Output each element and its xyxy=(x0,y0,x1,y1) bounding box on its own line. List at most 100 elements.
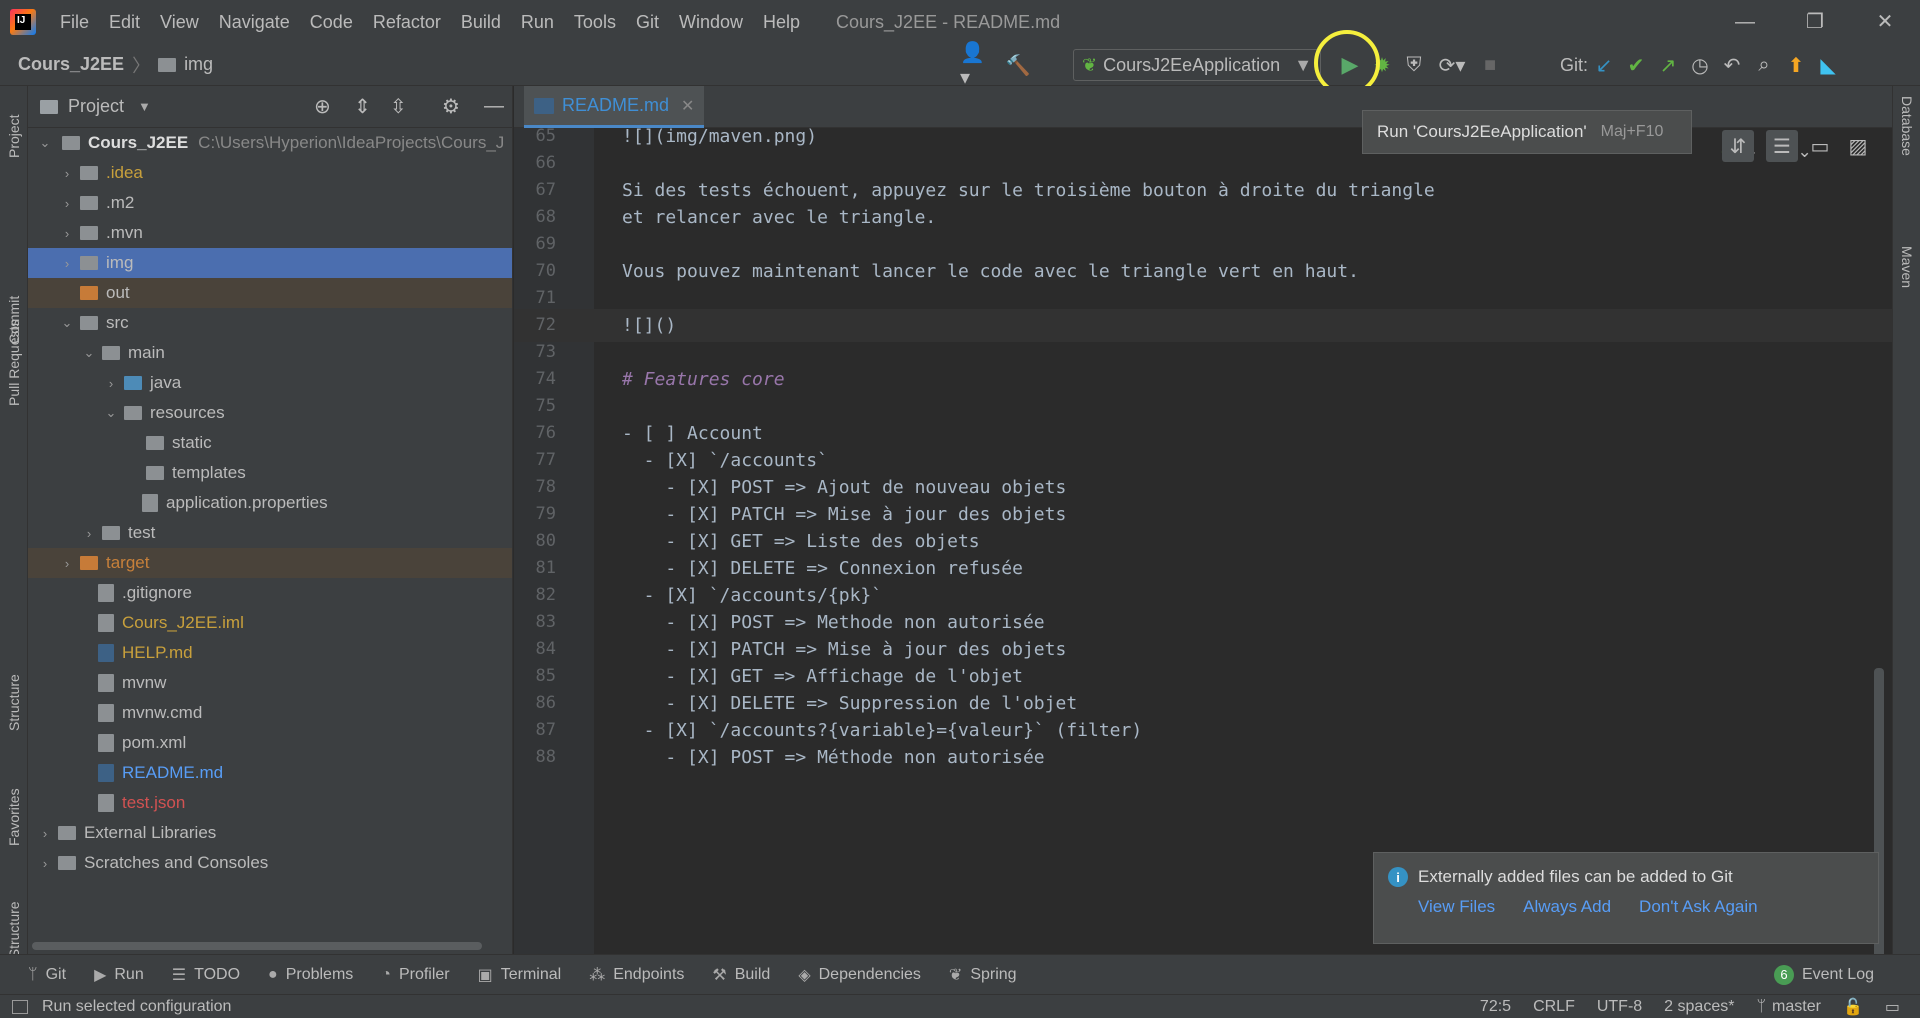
tree-item[interactable]: mvnw.cmd xyxy=(28,698,512,728)
user-icon[interactable]: 👤▾ xyxy=(960,42,992,89)
coverage-icon[interactable]: ⛨ xyxy=(1398,49,1430,81)
search-icon[interactable]: ⌕ xyxy=(1748,49,1780,81)
lock-icon[interactable]: 🔓 xyxy=(1843,997,1863,1017)
menu-help[interactable]: Help xyxy=(753,12,810,33)
tab-maven[interactable]: Maven xyxy=(1899,246,1915,288)
chevron-right-icon[interactable]: › xyxy=(80,526,98,541)
breadcrumb-project[interactable]: Cours_J2EE xyxy=(18,54,124,75)
stop-icon[interactable]: ■ xyxy=(1474,49,1506,81)
menu-tools[interactable]: Tools xyxy=(564,12,626,33)
editor-and-preview-icon[interactable]: ▭ xyxy=(1804,130,1836,162)
tool-git[interactable]: ᛘ Git xyxy=(28,966,66,984)
chevron-right-icon[interactable]: › xyxy=(36,856,54,871)
build-hammer-icon[interactable]: 🔨 xyxy=(1002,49,1034,81)
tab-database[interactable]: Database xyxy=(1899,96,1915,156)
always-add-link[interactable]: Always Add xyxy=(1523,897,1611,917)
chevron-right-icon[interactable]: › xyxy=(58,166,76,181)
menu-view[interactable]: View xyxy=(150,12,209,33)
menu-build[interactable]: Build xyxy=(451,12,511,33)
menu-edit[interactable]: Edit xyxy=(99,12,150,33)
menu-run[interactable]: Run xyxy=(511,12,564,33)
tab-project[interactable]: Project xyxy=(6,114,22,158)
chevron-right-icon[interactable]: › xyxy=(36,826,54,841)
history-icon[interactable]: ◷ xyxy=(1684,49,1716,81)
menu-code[interactable]: Code xyxy=(300,12,363,33)
chevron-down-icon[interactable]: ⌄ xyxy=(102,405,120,421)
file-encoding[interactable]: UTF-8 xyxy=(1597,998,1642,1016)
markdown-editor[interactable]: ✔ 14 ⌃ ⌄ 65![](img/maven.png)6667Si des … xyxy=(514,128,1892,954)
tree-item[interactable]: out xyxy=(28,278,512,308)
tree-item[interactable]: Cours_J2EE.iml xyxy=(28,608,512,638)
chevron-down-icon[interactable]: ▼ xyxy=(138,99,151,114)
tree-root[interactable]: ⌄ Cours_J2EE C:\Users\Hyperion\IdeaProje… xyxy=(28,128,512,158)
chevron-right-icon[interactable]: › xyxy=(58,196,76,211)
chevron-right-icon[interactable]: › xyxy=(58,556,76,571)
preview-only-icon[interactable]: ▨ xyxy=(1842,130,1874,162)
profile-icon[interactable]: ⟳▾ xyxy=(1430,49,1474,81)
tree-item[interactable]: › java xyxy=(28,368,512,398)
line-separator[interactable]: CRLF xyxy=(1533,998,1575,1016)
close-tab-icon[interactable]: ✕ xyxy=(681,96,694,116)
run-configuration-select[interactable]: ❦ CoursJ2EeApplication ▼ xyxy=(1073,49,1322,81)
indent-setting[interactable]: 2 spaces* xyxy=(1664,998,1734,1016)
tool-profiler[interactable]: ◔ Profiler xyxy=(381,966,449,984)
toggle-tool-windows-icon[interactable] xyxy=(12,999,28,1014)
git-branch[interactable]: ᛘ master xyxy=(1756,998,1821,1016)
chevron-down-icon[interactable]: ⌄ xyxy=(58,315,76,331)
code-with-me-icon[interactable]: ◣ xyxy=(1812,49,1844,81)
gear-icon[interactable]: ⚙ xyxy=(442,94,460,119)
chevron-right-icon[interactable]: › xyxy=(58,256,76,271)
tree-item[interactable]: › .mvn xyxy=(28,218,512,248)
toggle-scroll-icon[interactable]: ⇵ xyxy=(1722,130,1754,162)
project-panel-title[interactable]: Project xyxy=(68,96,124,117)
hide-panel-icon[interactable]: — xyxy=(484,95,504,118)
tool-dependencies[interactable]: ◈ Dependencies xyxy=(798,965,921,985)
tree-item[interactable]: templates xyxy=(28,458,512,488)
tree-item[interactable]: application.properties xyxy=(28,488,512,518)
minimize-icon[interactable]: — xyxy=(1710,0,1780,44)
collapse-all-icon[interactable]: ⇳ xyxy=(390,94,407,119)
menu-navigate[interactable]: Navigate xyxy=(209,12,300,33)
chevron-right-icon[interactable]: › xyxy=(102,376,120,391)
git-update-icon[interactable]: ↙ xyxy=(1588,49,1620,81)
tree-item[interactable]: › Scratches and Consoles xyxy=(28,848,512,878)
git-push-icon[interactable]: ↗ xyxy=(1652,49,1684,81)
tool-run[interactable]: ▶ Run xyxy=(94,965,144,985)
tree-item[interactable]: HELP.md xyxy=(28,638,512,668)
tree-item[interactable]: test.json xyxy=(28,788,512,818)
tree-item[interactable]: › .m2 xyxy=(28,188,512,218)
dont-ask-again-link[interactable]: Don't Ask Again xyxy=(1639,897,1758,917)
tree-item[interactable]: mvnw xyxy=(28,668,512,698)
tool-build[interactable]: ⚒ Build xyxy=(712,965,770,985)
tab-structure[interactable]: Structure xyxy=(6,674,22,731)
locate-icon[interactable]: ⊕ xyxy=(314,94,331,119)
tree-item[interactable]: ⌄ src xyxy=(28,308,512,338)
rollback-icon[interactable]: ↶ xyxy=(1716,49,1748,81)
menu-file[interactable]: File xyxy=(50,12,99,33)
close-icon[interactable]: ✕ xyxy=(1850,0,1920,44)
menu-window[interactable]: Window xyxy=(669,12,753,33)
tool-terminal[interactable]: ▣ Terminal xyxy=(478,965,562,985)
breadcrumb-folder[interactable]: img xyxy=(184,54,213,75)
tree-item[interactable]: › .idea xyxy=(28,158,512,188)
menu-git[interactable]: Git xyxy=(626,12,669,33)
tool-endpoints[interactable]: ⁂ Endpoints xyxy=(589,965,684,985)
event-log[interactable]: 6 Event Log xyxy=(1773,964,1874,985)
memory-indicator-icon[interactable]: ▭ xyxy=(1885,997,1900,1017)
tab-readme[interactable]: README.md ✕ xyxy=(524,86,705,128)
horizontal-scrollbar[interactable] xyxy=(32,942,482,950)
tool-todo[interactable]: ☰ TODO xyxy=(172,965,240,985)
chevron-right-icon[interactable]: › xyxy=(58,226,76,241)
git-commit-icon[interactable]: ✔ xyxy=(1620,49,1652,81)
tree-item[interactable]: › img xyxy=(28,248,512,278)
tree-item[interactable]: › target xyxy=(28,548,512,578)
tree-item[interactable]: ⌄ main xyxy=(28,338,512,368)
update-icon[interactable]: ⬆ xyxy=(1780,49,1812,81)
tree-item[interactable]: ⌄ resources xyxy=(28,398,512,428)
caret-position[interactable]: 72:5 xyxy=(1480,998,1511,1016)
editor-only-icon[interactable]: ☰ xyxy=(1766,130,1798,162)
expand-all-icon[interactable]: ⇕ xyxy=(354,94,371,119)
view-files-link[interactable]: View Files xyxy=(1418,897,1495,917)
tree-item[interactable]: static xyxy=(28,428,512,458)
tool-spring[interactable]: ❦ Spring xyxy=(949,965,1017,985)
